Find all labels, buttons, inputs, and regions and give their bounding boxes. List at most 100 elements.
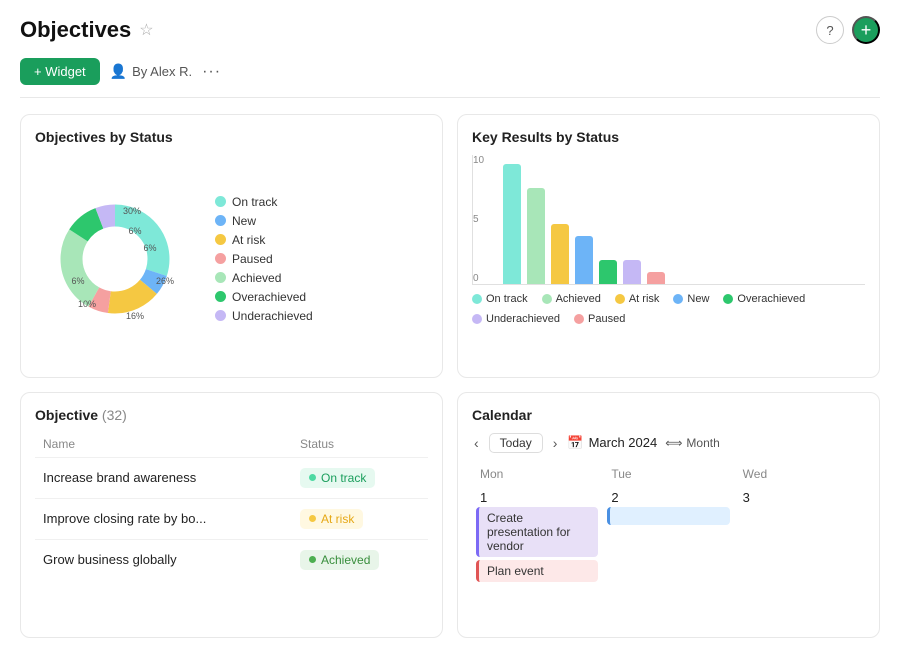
calendar-card: Calendar ‹ Today › 📅 March 2024 ⟺ Month … (457, 392, 880, 639)
bar-card-title: Key Results by Status (472, 129, 865, 145)
cal-event-plan[interactable]: Plan event (476, 560, 598, 582)
toolbar: + Widget 👤 By Alex R. ··· (20, 58, 880, 98)
status-dot-2 (309, 515, 316, 522)
legend-label-new: New (232, 214, 256, 228)
calendar-title: Calendar (472, 407, 865, 423)
status-dot-1 (309, 474, 316, 481)
legend-dot-new (215, 215, 226, 226)
objectives-table-header: Name Status (35, 431, 428, 457)
event-label-plan: Plan event (487, 564, 544, 578)
bar-legend-label-achieved: Achieved (556, 293, 601, 305)
cal-event-vendor[interactable]: Create presentation for vendor (476, 507, 598, 557)
star-icon[interactable]: ☆ (139, 20, 153, 40)
table-row: Increase brand awareness On track (35, 457, 428, 498)
table-row: Improve closing rate by bo... At risk (35, 498, 428, 539)
objectives-list-card: Objective (32) Name Status Increase bran… (20, 392, 443, 639)
widget-button-label: + Widget (34, 64, 86, 79)
legend-dot-underachieved (215, 310, 226, 321)
user-filter: 👤 By Alex R. (110, 63, 192, 80)
bar-legend-ontrack: On track (472, 293, 528, 305)
help-button[interactable]: ? (816, 16, 844, 44)
more-options-button[interactable]: ··· (202, 63, 221, 81)
svg-text:6%: 6% (128, 226, 141, 236)
legend-dot-overachieved (215, 291, 226, 302)
obj-name-2: Improve closing rate by bo... (43, 511, 300, 526)
bar-chart-area: 0 5 10 (472, 155, 865, 363)
table-row: Grow business globally Achieved (35, 539, 428, 580)
bar-legend-label-overachieved: Overachieved (737, 293, 805, 305)
bar-ontrack (503, 164, 521, 284)
cal-event-blue[interactable] (607, 507, 729, 525)
legend-item-new: New (215, 214, 313, 228)
bar-chart-inner: 0 5 10 (472, 155, 865, 285)
legend-label-ontrack: On track (232, 195, 277, 209)
widget-button[interactable]: + Widget (20, 58, 100, 85)
calendar-grid: Mon Tue Wed 1 Create presentation for ve… (472, 463, 865, 586)
status-label-1: On track (321, 471, 366, 485)
legend-label-achieved: Achieved (232, 271, 281, 285)
y-label-0: 0 (473, 273, 484, 284)
legend-item-achieved: Achieved (215, 271, 313, 285)
cal-date-1: 1 Create presentation for vendor Plan ev… (472, 486, 602, 586)
view-button[interactable]: ⟺ Month (665, 436, 720, 450)
status-badge-2: At risk (300, 509, 363, 529)
objectives-by-status-card: Objectives by Status (20, 114, 443, 378)
day-header-2: Wed (743, 467, 767, 481)
obj-name-1: Increase brand awareness (43, 470, 300, 485)
objectives-list-title: Objective (35, 407, 98, 423)
bar-legend-dot-paused (574, 314, 584, 324)
key-results-by-status-card: Key Results by Status 0 5 10 (457, 114, 880, 378)
objectives-list-count: (32) (102, 407, 127, 423)
bar-legend-label-ontrack: On track (486, 293, 528, 305)
bar-legend-dot-overachieved (723, 294, 733, 304)
user-icon: 👤 (110, 63, 127, 80)
donut-content: 6% 6% 6% 10% 16% 26% 30% On track (35, 155, 428, 363)
legend-dot-achieved (215, 272, 226, 283)
col-status-header: Status (300, 437, 420, 451)
bar-legend-label-new: New (687, 293, 709, 305)
view-label: Month (686, 436, 719, 450)
cal-events-mon: Create presentation for vendor Plan even… (472, 507, 602, 586)
svg-text:30%: 30% (123, 206, 141, 216)
bar-legend-new: New (673, 293, 709, 305)
bar-legend-label-atrisk: At risk (629, 293, 660, 305)
bar-legend-dot-ontrack (472, 294, 482, 304)
bar-achieved (527, 188, 545, 284)
bar-group-overachieved (599, 260, 617, 284)
add-button[interactable]: + (852, 16, 880, 44)
status-label-3: Achieved (321, 553, 370, 567)
bar-legend-achieved: Achieved (542, 293, 601, 305)
bar-group-new (575, 236, 593, 284)
cal-header-mon: Mon (472, 463, 602, 485)
cal-date-2: 2 (603, 486, 733, 586)
status-dot-3 (309, 556, 316, 563)
bar-underachieved (623, 260, 641, 284)
event-label-vendor: Create presentation for vendor (487, 511, 570, 553)
legend-item-atrisk: At risk (215, 233, 313, 247)
legend-label-atrisk: At risk (232, 233, 265, 247)
header-right: ? + (816, 16, 880, 44)
bar-legend-overachieved: Overachieved (723, 293, 805, 305)
header-left: Objectives ☆ (20, 17, 154, 43)
svg-text:10%: 10% (78, 299, 96, 309)
page-title: Objectives (20, 17, 131, 43)
today-button[interactable]: Today (489, 433, 543, 453)
legend-label-overachieved: Overachieved (232, 290, 306, 304)
day-header-0: Mon (480, 467, 503, 481)
prev-arrow[interactable]: ‹ (472, 435, 481, 451)
status-label-2: At risk (321, 512, 354, 526)
bar-legend-dot-new (673, 294, 683, 304)
cal-date-3: 3 (735, 486, 865, 586)
bar-legend-label-paused: Paused (588, 313, 625, 325)
status-badge-1: On track (300, 468, 375, 488)
next-arrow[interactable]: › (551, 435, 560, 451)
legend-dot-atrisk (215, 234, 226, 245)
legend-item-paused: Paused (215, 252, 313, 266)
bar-group-paused (647, 272, 665, 284)
bar-paused (647, 272, 665, 284)
bar-legend-dot-achieved (542, 294, 552, 304)
legend-label-paused: Paused (232, 252, 273, 266)
cal-header-wed: Wed (735, 463, 865, 485)
svg-text:16%: 16% (126, 311, 144, 321)
col-name-header: Name (43, 437, 300, 451)
